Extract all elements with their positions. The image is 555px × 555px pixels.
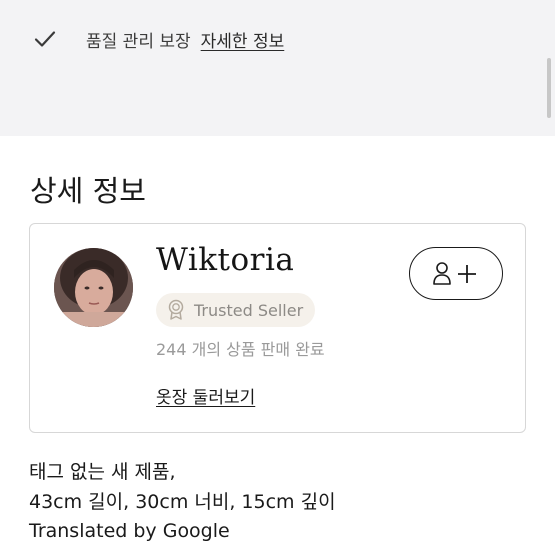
- translation-credit: Translated by Google: [29, 520, 230, 542]
- seller-name[interactable]: Wiktoria: [156, 242, 294, 278]
- quality-guarantee-banner: 품질 관리 보장 자세한 정보: [0, 0, 555, 136]
- sales-count: 244 개의 상품 판매 완료: [156, 340, 325, 359]
- add-person-icon: [433, 261, 476, 285]
- badge-label: Trusted Seller: [194, 300, 304, 320]
- description-line: 43cm 길이, 30cm 너비, 15cm 깊이: [29, 490, 336, 513]
- browse-closet-link[interactable]: 옷장 둘러보기: [156, 383, 255, 408]
- award-ribbon-icon: [168, 299, 184, 320]
- trusted-seller-badge: Trusted Seller: [156, 293, 316, 327]
- banner-text: 품질 관리 보장: [86, 31, 191, 52]
- seller-card: Wiktoria Trusted Seller 244 개의 상품 판매 완료 …: [29, 223, 526, 433]
- avatar[interactable]: [54, 248, 133, 327]
- description-line: 태그 없는 새 제품,: [29, 461, 176, 483]
- avatar-photo: [54, 248, 133, 327]
- banner-row: 품질 관리 보장 자세한 정보: [32, 26, 284, 52]
- scrollbar[interactable]: [547, 58, 551, 118]
- checkmark-icon: [34, 31, 56, 47]
- learn-more-link[interactable]: 자세한 정보: [201, 27, 285, 52]
- follow-button[interactable]: [409, 247, 503, 300]
- item-description: 태그 없는 새 제품, 43cm 길이, 30cm 너비, 15cm 깊이 Tr…: [29, 458, 336, 547]
- section-title: 상세 정보: [30, 174, 146, 208]
